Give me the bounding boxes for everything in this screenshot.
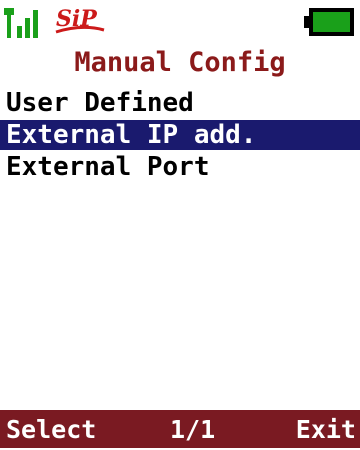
page-title: Manual Config <box>74 47 286 78</box>
menu-item-external-port[interactable]: External Port <box>0 152 360 182</box>
sip-logo: SiP <box>55 6 105 34</box>
signal-strength-icon <box>4 8 38 38</box>
exit-softkey[interactable]: Exit <box>296 410 356 450</box>
menu-item-user-defined[interactable]: User Defined <box>0 88 360 118</box>
select-softkey[interactable]: Select <box>6 410 96 450</box>
menu-list: User Defined External IP add. External P… <box>0 88 360 184</box>
status-bar: SiP <box>0 0 360 42</box>
softkey-bar: Select 1/1 Exit <box>0 410 360 448</box>
page-indicator: 1/1 <box>170 415 216 444</box>
battery-icon <box>304 8 354 36</box>
menu-item-external-ip[interactable]: External IP add. <box>0 120 360 150</box>
